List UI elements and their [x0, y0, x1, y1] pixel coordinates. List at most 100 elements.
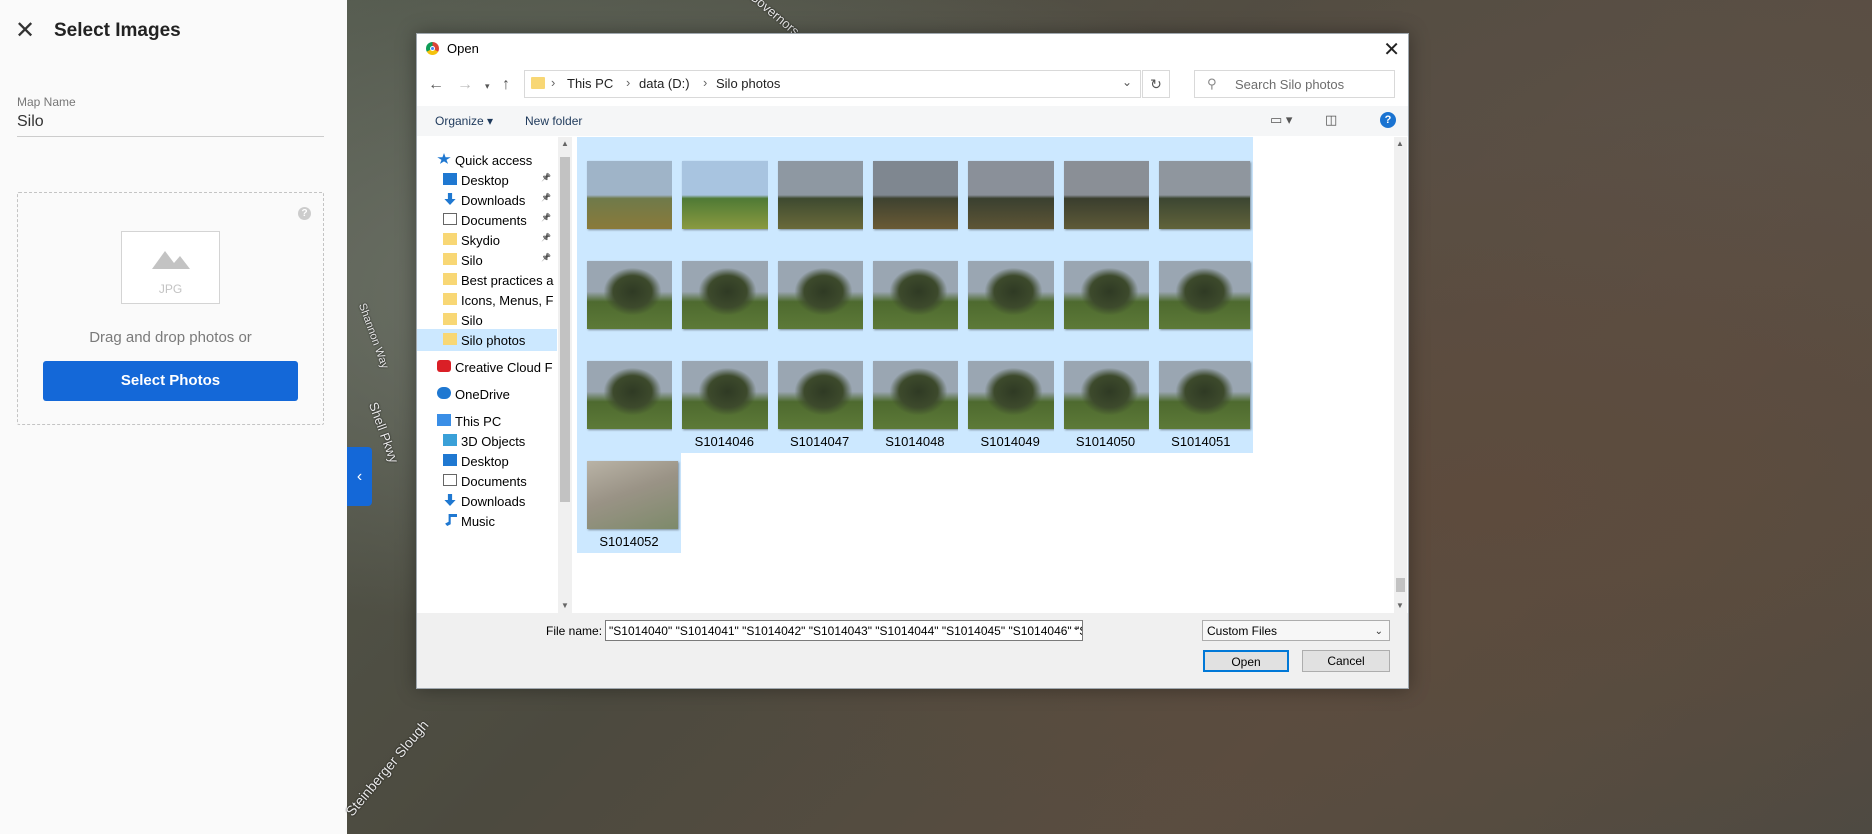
file-type-select[interactable]: Custom Files ⌄	[1202, 620, 1390, 641]
nav-item[interactable]: Silo photos	[417, 329, 557, 351]
nav-item[interactable]: Quick access	[417, 149, 557, 171]
organize-button[interactable]: Organize ▾	[435, 114, 493, 128]
nav-scrollbar[interactable]: ▲ ▼	[558, 137, 572, 613]
chevron-down-icon[interactable]: ⌄	[1072, 622, 1080, 633]
file-name-label: S1014048	[885, 434, 945, 449]
photo-thumbnail	[587, 461, 678, 529]
folder-icon	[531, 77, 545, 89]
chevron-right-icon[interactable]: ›	[551, 75, 555, 90]
nav-item[interactable]: OneDrive	[417, 383, 557, 405]
file-item[interactable]: S1014049	[958, 335, 1063, 453]
folder-icon	[443, 273, 457, 285]
nav-item[interactable]: Documents 📌	[417, 209, 557, 231]
file-item[interactable]: S1014050	[1053, 335, 1158, 453]
file-name-label: S1014051	[1171, 434, 1231, 449]
pin-icon: 📌	[541, 193, 551, 202]
nav-item[interactable]: Creative Cloud F	[417, 356, 557, 378]
cancel-button[interactable]: Cancel	[1302, 650, 1390, 672]
nav-item[interactable]: Icons, Menus, F	[417, 289, 557, 311]
left-panel: ✕ Select Images Map Name Silo ? JPG Drag…	[0, 0, 348, 834]
folder-icon	[443, 333, 457, 345]
new-folder-button[interactable]: New folder	[525, 114, 582, 128]
nav-item[interactable]: Best practices a	[417, 269, 557, 291]
map-name-field[interactable]: Silo	[17, 113, 44, 131]
chevron-right-icon[interactable]: ›	[626, 75, 630, 90]
nav-item-label: Downloads	[461, 193, 526, 208]
file-item[interactable]: S1014052	[577, 435, 681, 553]
nav-item[interactable]: Documents	[417, 470, 557, 492]
photo-thumbnail	[682, 261, 774, 329]
nav-item-label: Silo	[461, 313, 483, 328]
collapse-panel-button[interactable]: ‹	[347, 447, 372, 506]
scroll-up-icon[interactable]: ▲	[1396, 139, 1404, 148]
scrollbar-thumb[interactable]	[560, 157, 570, 502]
scroll-down-icon[interactable]: ▼	[1396, 601, 1404, 610]
nav-item[interactable]: Downloads 📌	[417, 189, 557, 211]
nav-item[interactable]: Music	[417, 510, 557, 532]
scroll-down-icon[interactable]: ▼	[561, 601, 569, 610]
close-icon[interactable]: ✕	[1383, 37, 1400, 62]
chevron-right-icon[interactable]: ›	[703, 75, 707, 90]
preview-pane-icon[interactable]: ◫	[1325, 112, 1337, 128]
photo-thumbnail	[968, 161, 1060, 229]
nav-item-label: Icons, Menus, F	[461, 293, 554, 308]
nav-item-label: Creative Cloud F	[455, 360, 553, 375]
download-icon	[444, 193, 456, 205]
nav-item-label: Silo	[461, 253, 483, 268]
close-icon[interactable]: ✕	[14, 19, 36, 43]
file-name-label: S1014047	[789, 434, 850, 449]
navigation-pane[interactable]: Quick access Desktop 📌 Downloads 📌 Documents 📌…	[417, 137, 572, 613]
search-placeholder: Search Silo photos	[1235, 77, 1345, 92]
file-item[interactable]: S1014046	[672, 335, 777, 453]
documents-icon	[443, 213, 457, 225]
view-options-icon[interactable]: ▭ ▾	[1270, 112, 1292, 128]
breadcrumb-item[interactable]: This PC	[567, 76, 613, 91]
search-input[interactable]: ⚲ Search Silo photos	[1194, 70, 1395, 98]
nav-item-label: 3D Objects	[461, 434, 526, 449]
nav-item[interactable]: Desktop	[417, 450, 557, 472]
nav-item[interactable]: Silo	[417, 309, 557, 331]
photo-thumbnail	[968, 361, 1060, 429]
open-button[interactable]: Open	[1203, 650, 1289, 672]
nav-item-label: Best practices a	[461, 273, 554, 288]
scrollbar-thumb[interactable]	[1396, 578, 1405, 592]
nav-item-label: Desktop	[461, 173, 509, 188]
photo-dropzone[interactable]: ? JPG Drag and drop photos or Select Pho…	[17, 192, 324, 425]
photo-thumbnail	[777, 161, 869, 229]
file-item[interactable]: S1014051	[1148, 335, 1253, 453]
forward-arrow-icon[interactable]: →	[457, 76, 473, 94]
file-item[interactable]: S1014047	[767, 335, 872, 453]
nav-item[interactable]: Desktop 📌	[417, 169, 557, 191]
chevron-down-icon[interactable]: ⌄	[1375, 621, 1383, 642]
file-list[interactable]: S1014031S1014032S1014033S1014034S1014035…	[575, 137, 1395, 613]
desktop-icon	[443, 454, 457, 466]
file-name-input[interactable]: "S1014040" "S1014041" "S1014042" "S10140…	[605, 620, 1083, 641]
nav-item[interactable]: 3D Objects	[417, 430, 557, 452]
photo-thumbnail	[587, 161, 678, 229]
nav-item[interactable]: Silo 📌	[417, 249, 557, 271]
nav-item[interactable]: Skydio 📌	[417, 229, 557, 251]
file-scrollbar[interactable]: ▲ ▼	[1394, 137, 1407, 613]
breadcrumb-item[interactable]: Silo photos	[716, 76, 780, 91]
nav-item[interactable]: Downloads	[417, 490, 557, 512]
nav-item[interactable]: This PC	[417, 410, 557, 432]
help-icon[interactable]: ?	[1380, 112, 1396, 128]
photo-thumbnail	[587, 261, 678, 329]
up-arrow-icon[interactable]: ↑	[502, 76, 510, 94]
address-bar[interactable]: › This PC › data (D:) › Silo photos ⌄	[524, 70, 1141, 98]
scroll-up-icon[interactable]: ▲	[561, 139, 569, 148]
file-item[interactable]: S1014048	[862, 335, 967, 453]
nav-item-label: Desktop	[461, 454, 509, 469]
help-icon[interactable]: ?	[298, 207, 311, 220]
nav-item-label: OneDrive	[455, 387, 510, 402]
download-icon	[444, 494, 456, 506]
refresh-icon[interactable]: ↻	[1142, 70, 1170, 98]
breadcrumb-item[interactable]: data (D:)	[639, 76, 690, 91]
chevron-down-icon[interactable]: ⌄	[1122, 75, 1132, 89]
recent-locations-icon[interactable]: ▾	[485, 81, 490, 92]
select-photos-button[interactable]: Select Photos	[43, 361, 298, 401]
back-arrow-icon[interactable]: ←	[428, 76, 444, 94]
photo-thumbnail	[872, 161, 964, 229]
photo-thumbnail	[682, 161, 774, 229]
nav-item-label: Music	[461, 514, 495, 529]
